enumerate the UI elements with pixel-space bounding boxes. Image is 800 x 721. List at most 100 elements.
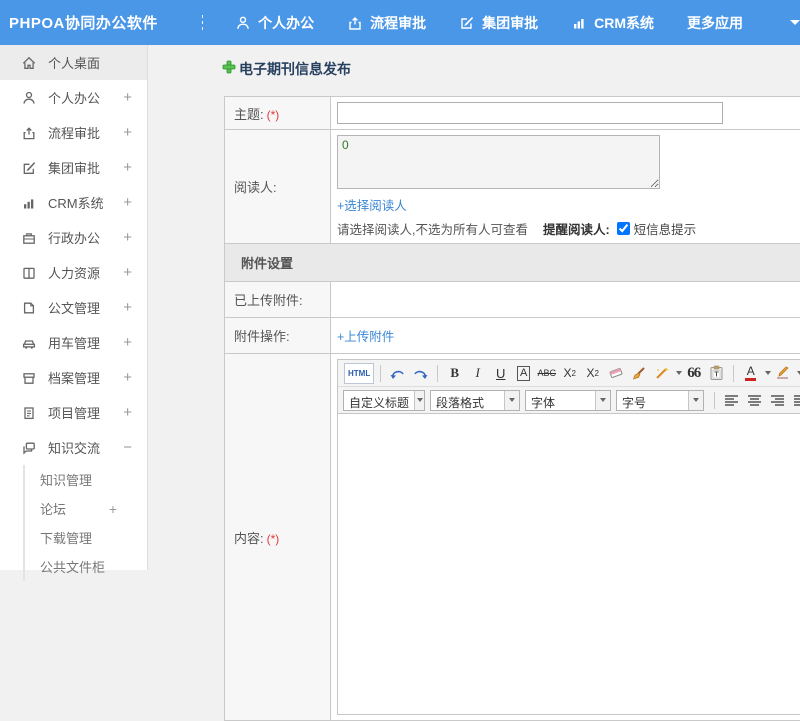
readers-label-cell: 阅读人: <box>225 130 331 244</box>
menu-toggle-icon[interactable] <box>202 15 203 30</box>
expand-toggle[interactable]: + <box>123 194 132 211</box>
align-left-button[interactable] <box>721 390 742 411</box>
expand-toggle[interactable]: + <box>123 159 132 176</box>
expand-toggle[interactable]: + <box>109 501 117 517</box>
expand-toggle[interactable]: + <box>123 89 132 106</box>
sidebar-subitem-public-cabinet[interactable]: 公共文件柜 <box>25 552 147 581</box>
sidebar-subitem-label: 下载管理 <box>40 528 92 547</box>
expand-toggle[interactable]: + <box>123 124 132 141</box>
highlight-marker-button[interactable] <box>772 363 793 384</box>
readers-row: 阅读人: 0 +选择阅读人 请选择阅读人,不选为所有人可查看 提醒阅读人: 短信… <box>225 130 800 244</box>
expand-toggle[interactable]: + <box>123 334 132 351</box>
content-field-cell: HTML B I U A ABC X2 X2 <box>331 354 800 721</box>
remind-readers-label: 提醒阅读人: <box>543 219 610 238</box>
sidebar-item-hr[interactable]: 人力资源 + <box>0 255 147 290</box>
sidebar-item-vehicle-mgmt[interactable]: 用车管理 + <box>0 325 147 360</box>
nav-workflow-approval[interactable]: 流程审批 <box>347 13 426 33</box>
undo-button[interactable] <box>387 363 408 384</box>
subject-field-cell <box>331 97 800 130</box>
sidebar-subitem-forum[interactable]: 论坛 + <box>25 494 147 523</box>
person-icon <box>21 90 37 106</box>
sidebar-item-workflow[interactable]: 流程审批 + <box>0 115 147 150</box>
superscript-button[interactable]: X2 <box>559 363 580 384</box>
book-icon <box>21 265 37 281</box>
autoformat-wand-button[interactable] <box>651 363 672 384</box>
sidebar-item-label: 行政办公 <box>48 228 100 247</box>
sidebar-item-personal-office[interactable]: 个人办公 + <box>0 80 147 115</box>
nav-label: 流程审批 <box>370 13 426 33</box>
sidebar-item-desktop[interactable]: 个人桌面 <box>0 45 147 80</box>
subscript-button[interactable]: X2 <box>582 363 603 384</box>
archive-icon <box>21 370 37 386</box>
clipboard-icon <box>21 405 37 421</box>
sidebar-item-label: 个人办公 <box>48 88 100 107</box>
nav-crm[interactable]: CRM系统 <box>571 13 654 33</box>
strikethrough-button[interactable]: ABC <box>536 363 557 384</box>
font-color-button[interactable]: A <box>740 363 761 384</box>
sidebar-item-project-mgmt[interactable]: 项目管理 + <box>0 395 147 430</box>
nav-more-apps[interactable]: 更多应用 <box>687 13 743 33</box>
expand-toggle[interactable]: + <box>123 404 132 421</box>
person-icon <box>235 15 251 31</box>
sidebar-subitem-download-mgmt[interactable]: 下载管理 <box>25 523 147 552</box>
sidebar-subitem-label: 论坛 <box>40 499 66 518</box>
home-icon <box>21 55 37 71</box>
sms-notify-checkbox[interactable] <box>617 222 630 235</box>
nav-group-approval[interactable]: 集团审批 <box>459 13 538 33</box>
sidebar-subitem-knowledge-mgmt[interactable]: 知识管理 <box>25 465 147 494</box>
sidebar-item-archive-mgmt[interactable]: 档案管理 + <box>0 360 147 395</box>
sidebar-item-label: 个人桌面 <box>48 53 100 72</box>
expand-toggle[interactable]: + <box>123 229 132 246</box>
align-center-button[interactable] <box>744 390 765 411</box>
expand-toggle[interactable]: + <box>123 264 132 281</box>
sidebar-item-group-approval[interactable]: 集团审批 + <box>0 150 147 185</box>
bold-button[interactable]: B <box>444 363 465 384</box>
sidebar-item-label: CRM系统 <box>48 193 104 212</box>
readers-textarea[interactable]: 0 <box>337 135 660 189</box>
editor-toolbar-row1: HTML B I U A ABC X2 X2 <box>338 360 800 387</box>
collapse-toggle[interactable]: − <box>123 439 132 456</box>
custom-heading-select[interactable]: 自定义标题 <box>343 390 425 411</box>
upload-attachment-link[interactable]: +上传附件 <box>337 330 394 344</box>
sidebar-item-label: 用车管理 <box>48 333 100 352</box>
paste-text-button[interactable]: T <box>706 363 727 384</box>
sidebar-item-knowledge[interactable]: 知识交流 − <box>0 430 147 465</box>
editor-content-area[interactable] <box>338 414 800 714</box>
subject-row: 主题:(*) <box>225 97 800 130</box>
select-readers-link[interactable]: +选择阅读人 <box>337 199 407 213</box>
sidebar: 个人桌面 个人办公 + 流程审批 + 集团审批 + CRM系统 + 行政办公 +… <box>0 45 148 570</box>
main-content: 电子期刊信息发布 主题:(*) 阅读人: 0 +选择阅读人 请选择阅读人,不选为… <box>149 45 800 570</box>
format-brush-button[interactable] <box>628 363 649 384</box>
font-family-select[interactable]: 字体 <box>525 390 611 411</box>
subject-input[interactable] <box>337 102 723 124</box>
nav-label: 更多应用 <box>687 13 743 33</box>
redo-button[interactable] <box>410 363 431 384</box>
sidebar-subitem-label: 公共文件柜 <box>40 557 105 576</box>
chevron-down-icon[interactable] <box>790 20 800 25</box>
subject-label: 主题: <box>234 107 264 122</box>
html-source-button[interactable]: HTML <box>344 363 374 384</box>
eraser-button[interactable] <box>605 363 626 384</box>
underline-button[interactable]: U <box>490 363 511 384</box>
align-justify-button[interactable] <box>790 390 800 411</box>
paragraph-format-select[interactable]: 段落格式 <box>430 390 520 411</box>
add-icon <box>222 60 236 79</box>
sidebar-item-document-mgmt[interactable]: 公文管理 + <box>0 290 147 325</box>
blockquote-button[interactable]: 66 <box>683 363 704 384</box>
italic-button[interactable]: I <box>467 363 488 384</box>
nav-personal-office[interactable]: 个人办公 <box>235 13 314 33</box>
rich-text-editor: HTML B I U A ABC X2 X2 <box>337 359 800 715</box>
subject-label-cell: 主题:(*) <box>225 97 331 130</box>
sms-notify-label: 短信息提示 <box>634 219 697 238</box>
font-size-select[interactable]: 字号 <box>616 390 704 411</box>
align-right-button[interactable] <box>767 390 788 411</box>
wand-dropdown-icon[interactable] <box>676 371 682 375</box>
workflow-icon <box>21 125 37 141</box>
required-mark: (*) <box>267 532 280 546</box>
font-color-dropdown-icon[interactable] <box>765 371 771 375</box>
expand-toggle[interactable]: + <box>123 369 132 386</box>
sidebar-item-admin-office[interactable]: 行政办公 + <box>0 220 147 255</box>
expand-toggle[interactable]: + <box>123 299 132 316</box>
sidebar-item-crm[interactable]: CRM系统 + <box>0 185 147 220</box>
character-border-button[interactable]: A <box>513 363 534 384</box>
